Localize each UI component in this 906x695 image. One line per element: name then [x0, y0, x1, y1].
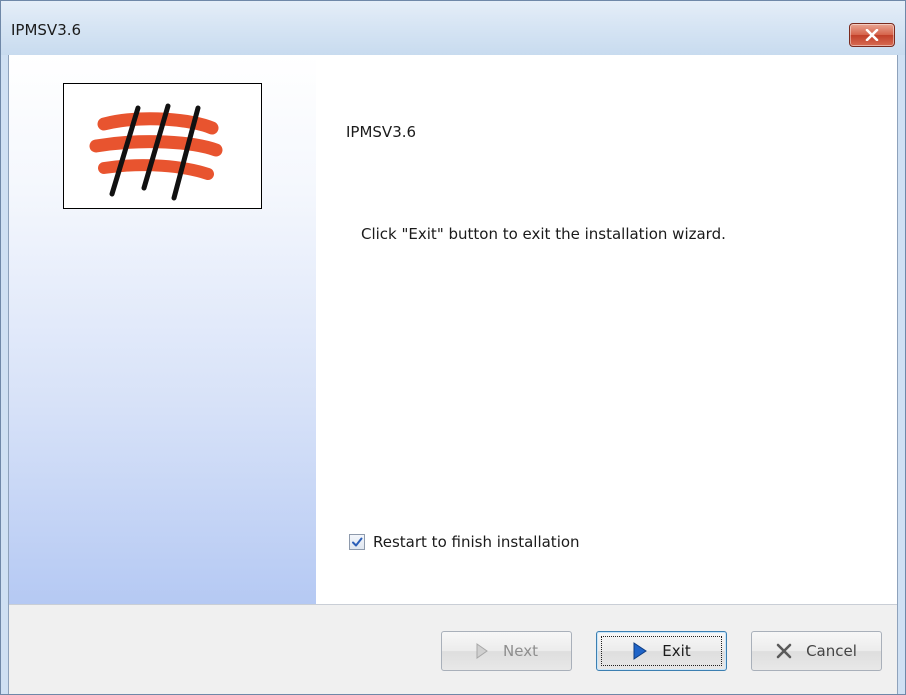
- x-icon: [776, 643, 792, 659]
- content-panel: IPMSV3.6 Click "Exit" button to exit the…: [316, 55, 897, 604]
- cancel-label: Cancel: [806, 642, 857, 660]
- installer-window: IPMSV3.6 IPMSV3.6 Click "Exit" button to…: [0, 0, 906, 695]
- arrow-right-icon: [632, 642, 648, 660]
- window-title: IPMSV3.6: [11, 21, 82, 39]
- exit-button[interactable]: Exit: [596, 631, 727, 671]
- arrow-right-icon: [475, 643, 489, 659]
- restart-checkbox[interactable]: [349, 534, 365, 550]
- button-bar: Next Exit Cancel: [9, 605, 897, 694]
- product-name: IPMSV3.6: [346, 123, 417, 141]
- exit-label: Exit: [662, 642, 691, 660]
- finish-message: Click "Exit" button to exit the installa…: [361, 225, 726, 243]
- next-button[interactable]: Next: [441, 631, 572, 671]
- close-icon: [865, 29, 879, 41]
- app-logo: [89, 103, 223, 201]
- next-label: Next: [503, 642, 538, 660]
- close-button[interactable]: [849, 23, 895, 47]
- checkmark-icon: [352, 537, 363, 547]
- cancel-button[interactable]: Cancel: [751, 631, 882, 671]
- side-banner: [9, 55, 316, 604]
- title-bar[interactable]: IPMSV3.6: [1, 1, 905, 55]
- restart-option[interactable]: Restart to finish installation: [349, 533, 580, 551]
- restart-label[interactable]: Restart to finish installation: [373, 533, 580, 551]
- wizard-body: IPMSV3.6 Click "Exit" button to exit the…: [8, 55, 898, 694]
- logo-frame: [63, 83, 262, 209]
